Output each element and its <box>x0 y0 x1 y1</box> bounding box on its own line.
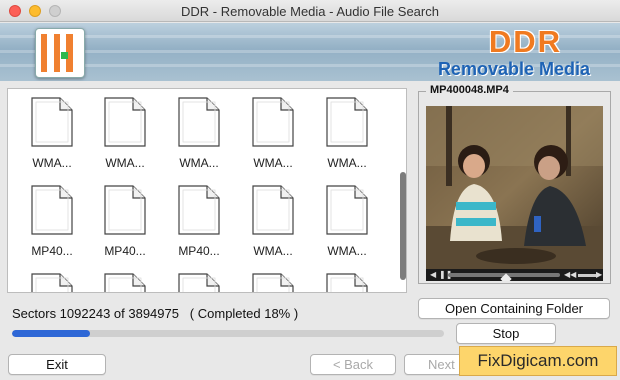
file-item[interactable] <box>169 273 229 292</box>
file-label: MP40... <box>104 244 146 258</box>
file-item[interactable]: WMA... <box>317 97 377 177</box>
back-button[interactable]: < Back <box>310 354 396 375</box>
file-label: WMA... <box>105 156 145 170</box>
document-icon <box>30 185 74 235</box>
file-label: WMA... <box>32 156 72 170</box>
file-item[interactable] <box>317 273 377 292</box>
document-icon <box>177 273 221 292</box>
preview-panel: MP400048.MP4 ◀ ❚❚ ◀◀ ▶ <box>418 84 611 284</box>
file-item[interactable]: MP40... <box>22 185 82 265</box>
file-item[interactable] <box>95 273 155 292</box>
exit-button[interactable]: Exit <box>8 354 106 375</box>
document-icon <box>325 185 369 235</box>
document-icon <box>177 97 221 147</box>
file-label: MP40... <box>31 244 73 258</box>
rewind-icon[interactable]: ◀◀ <box>564 269 576 281</box>
stop-button[interactable]: Stop <box>456 323 556 344</box>
volume-slider[interactable] <box>578 274 596 277</box>
volume-icon[interactable]: ◀ <box>430 269 436 281</box>
brand-name: DDR <box>488 24 562 59</box>
scan-progress-fill <box>12 330 90 337</box>
file-item[interactable] <box>243 273 303 292</box>
preview-filename: MP400048.MP4 <box>426 84 513 96</box>
document-icon <box>177 185 221 235</box>
forward-icon[interactable]: ▶ <box>596 269 602 281</box>
video-player[interactable]: ◀ ❚❚ ◀◀ ▶ <box>426 106 603 281</box>
document-icon <box>103 97 147 147</box>
window-title: DDR - Removable Media - Audio File Searc… <box>181 4 439 19</box>
file-item[interactable] <box>22 273 82 292</box>
file-item[interactable]: WMA... <box>169 97 229 177</box>
file-label: WMA... <box>253 156 293 170</box>
document-icon <box>30 97 74 147</box>
watermark: FixDigicam.com <box>459 346 617 376</box>
scan-status-text: Sectors 1092243 of 3894975 ( Completed 1… <box>12 306 299 321</box>
file-label: WMA... <box>327 244 367 258</box>
file-label: WMA... <box>179 156 219 170</box>
file-grid-scrollbar[interactable] <box>399 89 406 292</box>
seek-knob[interactable] <box>500 273 512 281</box>
scrollbar-thumb[interactable] <box>400 172 406 280</box>
file-item[interactable]: WMA... <box>243 97 303 177</box>
document-icon <box>251 273 295 292</box>
header-banner: DDR Removable Media <box>0 23 620 81</box>
open-containing-folder-button[interactable]: Open Containing Folder <box>418 298 610 319</box>
video-controls: ◀ ❚❚ ◀◀ ▶ <box>426 269 603 281</box>
file-label: WMA... <box>327 156 367 170</box>
title-bar: DDR - Removable Media - Audio File Searc… <box>0 0 620 22</box>
scan-progress-bar <box>12 330 444 337</box>
document-icon <box>251 185 295 235</box>
product-name: Removable Media <box>437 59 590 79</box>
file-item[interactable]: MP40... <box>169 185 229 265</box>
document-icon <box>30 273 74 292</box>
file-label: MP40... <box>178 244 220 258</box>
file-item[interactable]: WMA... <box>243 185 303 265</box>
file-item[interactable]: WMA... <box>95 97 155 177</box>
checker-logo-icon <box>35 28 85 78</box>
document-icon <box>325 97 369 147</box>
file-item[interactable]: WMA... <box>317 185 377 265</box>
document-icon <box>251 97 295 147</box>
video-frame-image <box>426 106 603 269</box>
file-item[interactable]: MP40... <box>95 185 155 265</box>
document-icon <box>325 273 369 292</box>
file-item[interactable]: WMA... <box>22 97 82 177</box>
file-label: WMA... <box>253 244 293 258</box>
file-grid-panel: WMA... WMA... WMA... WMA... WMA... MP40... MP4… <box>7 88 407 293</box>
document-icon <box>103 273 147 292</box>
seek-track[interactable] <box>448 273 560 281</box>
document-icon <box>103 185 147 235</box>
